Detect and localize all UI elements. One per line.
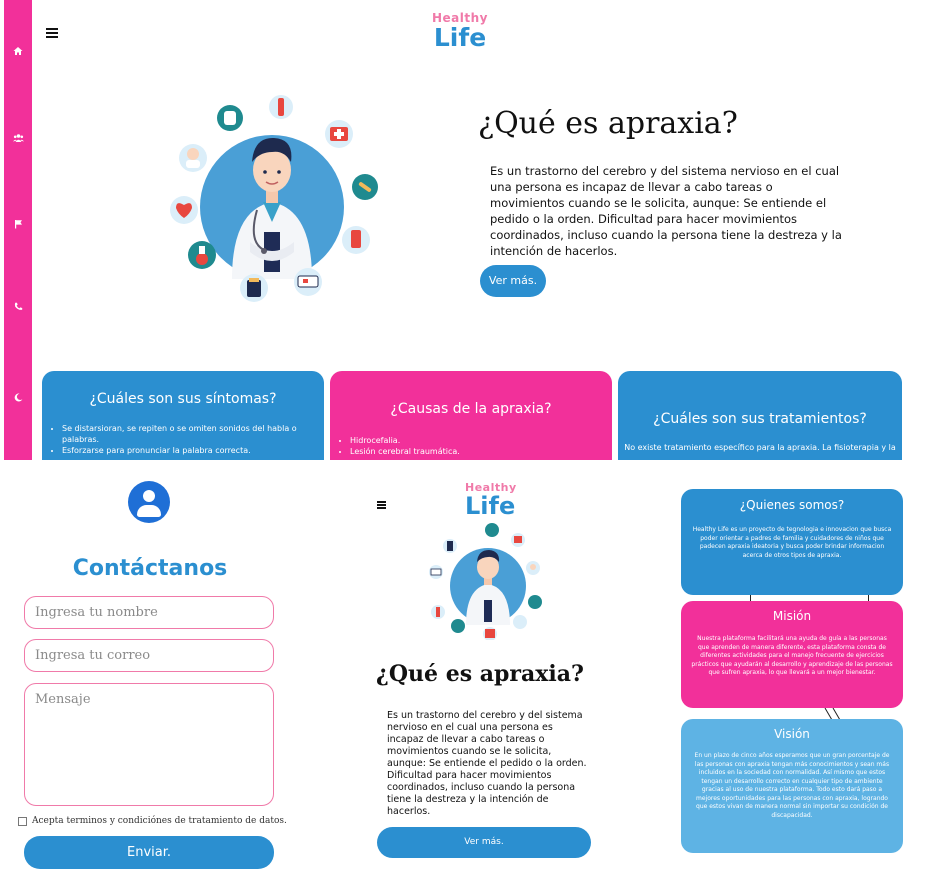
symptoms-card[interactable]: ¿Cuáles son sus síntomas? Se distarsiora… [42, 371, 324, 460]
contact-view: Contáctanos Ingresa tu nombre Ingresa tu… [0, 470, 300, 875]
see-more-button[interactable]: Ver más. [480, 265, 546, 297]
list-item: Lesión cerebral traumática. [350, 446, 612, 457]
logo-line2: Life [465, 492, 516, 520]
hero-description: Es un trastorno del cerebro y del sistem… [490, 164, 842, 258]
menu-icon[interactable] [46, 28, 58, 38]
list-item: Hidrocefalia. [350, 435, 612, 446]
email-input[interactable]: Ingresa tu correo [24, 639, 274, 672]
info-cards: ¿Cuáles son sus síntomas? Se distarsiora… [42, 371, 902, 460]
who-we-are-card: ¿Quienes somos? Healthy Life es un proye… [681, 489, 903, 595]
symptoms-list: Se distarsioran, se repiten o se omiten … [62, 423, 324, 456]
vision-card: Visión En un plazo de cinco años esperam… [681, 719, 903, 853]
terms-checkbox[interactable] [18, 816, 27, 826]
treatments-text: No existe tratamiento específico para la… [624, 443, 896, 452]
name-input[interactable]: Ingresa tu nombre [24, 596, 274, 629]
treatments-title: ¿Cuáles son sus tratamientos? [653, 411, 867, 427]
causes-card[interactable]: ¿Causas de la apraxia? Hidrocefalia. Les… [330, 371, 612, 460]
mobile-view: Healthy Life ¿Qué es apraxia? Es un tras… [368, 470, 600, 875]
list-item: Esforzarse para pronunciar la palabra co… [62, 445, 324, 456]
user-icon [128, 481, 170, 523]
who-title: ¿Quienes somos? [739, 498, 845, 512]
treatments-card[interactable]: ¿Cuáles son sus tratamientos? No existe … [618, 371, 902, 460]
menu-icon[interactable] [377, 501, 386, 509]
phone-icon[interactable] [12, 302, 24, 314]
vision-title: Visión [774, 727, 810, 741]
causes-list: Hidrocefalia. Lesión cerebral traumática… [350, 435, 612, 457]
flag-icon[interactable] [12, 219, 24, 231]
logo[interactable]: Healthy Life [432, 12, 488, 50]
mobile-description: Es un trastorno del cerebro y del sistem… [387, 710, 587, 817]
mobile-title: ¿Qué es apraxia? [376, 661, 584, 687]
see-more-button[interactable]: Ver más. [377, 827, 591, 858]
who-text: Healthy Life es un proyecto de tegnologi… [692, 526, 892, 559]
vision-text: En un plazo de cinco años esperamos que … [694, 752, 890, 819]
terms-row: Acepta terminos y condiciónes de tratami… [18, 816, 287, 826]
logo[interactable]: Healthy Life [465, 482, 516, 520]
contact-title: Contáctanos [72, 556, 228, 581]
terms-label: Acepta terminos y condiciónes de tratami… [32, 816, 287, 826]
moon-icon[interactable] [12, 393, 24, 405]
sidebar [4, 0, 32, 460]
hero-title: ¿Qué es apraxia? [478, 106, 738, 141]
list-item: Se distarsioran, se repiten o se omiten … [62, 423, 324, 445]
causes-title: ¿Causas de la apraxia? [390, 401, 552, 417]
logo-line2: Life [433, 23, 487, 52]
symptoms-title: ¿Cuáles son sus síntomas? [89, 391, 277, 407]
desktop-view: Healthy Life ¿Qué es apraxia? Es un tras… [0, 0, 910, 460]
doctor-illustration [170, 95, 378, 302]
users-icon[interactable] [12, 133, 24, 145]
mission-title: Misión [772, 609, 812, 623]
doctor-illustration [429, 523, 542, 640]
message-textarea[interactable]: Mensaje [24, 683, 274, 806]
mission-text: Nuestra plataforma facilitará una ayuda … [691, 635, 893, 676]
send-button[interactable]: Enviar. [24, 836, 274, 869]
home-icon[interactable] [12, 46, 24, 58]
about-view: ¿Quienes somos? Healthy Life es un proye… [678, 485, 908, 860]
mission-card: Misión Nuestra plataforma facilitará una… [681, 601, 903, 708]
